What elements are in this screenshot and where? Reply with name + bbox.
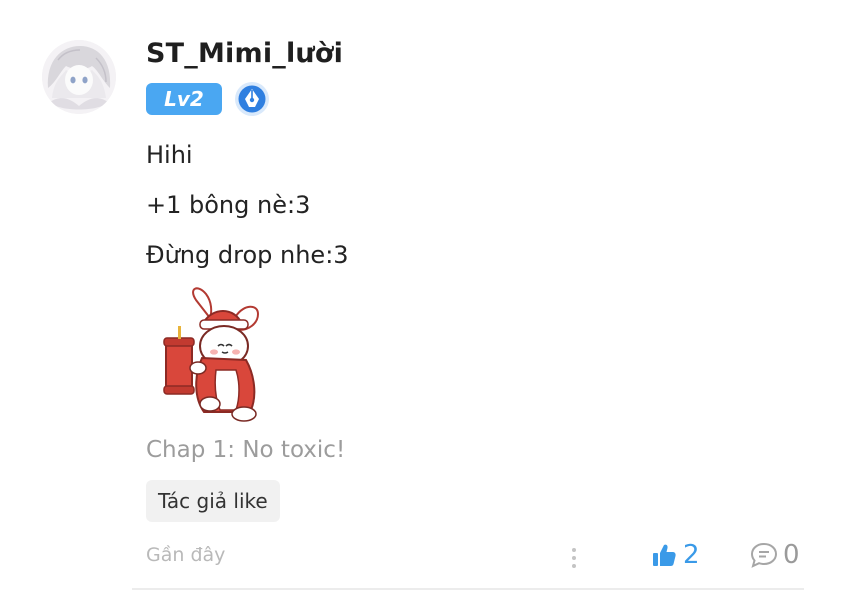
divider: [132, 588, 804, 590]
badges-row: Lv2: [146, 80, 806, 118]
more-options-icon[interactable]: [562, 542, 586, 574]
level-badge: Lv2: [146, 83, 222, 115]
comment-line: +1 bông nè:3: [146, 191, 311, 219]
comment-body: ST_Mimi_lười Lv2 Hihi +1 bông nè:3 Đừng …: [146, 36, 806, 522]
comment-line: Đừng drop nhe:3: [146, 241, 349, 269]
avatar[interactable]: [42, 40, 116, 114]
bunny-sticker: [163, 287, 260, 422]
timestamp: Gần đây: [146, 544, 226, 566]
comment-footer: Gần đây 2 0: [146, 538, 806, 578]
comment-bubble-icon: [750, 542, 778, 568]
like-count: 2: [683, 540, 700, 570]
username[interactable]: ST_Mimi_lười: [146, 36, 806, 72]
comment-count: 0: [783, 540, 800, 570]
reply-button[interactable]: 0: [749, 540, 800, 570]
thumbs-up-icon: [653, 544, 676, 566]
like-button[interactable]: 2: [651, 540, 700, 570]
author-like-tag: Tác giả like: [146, 480, 280, 522]
comment-line: Hihi: [146, 141, 193, 169]
chapter-label[interactable]: Chap 1: No toxic!: [146, 434, 345, 466]
pen-badge-icon: [235, 82, 269, 116]
